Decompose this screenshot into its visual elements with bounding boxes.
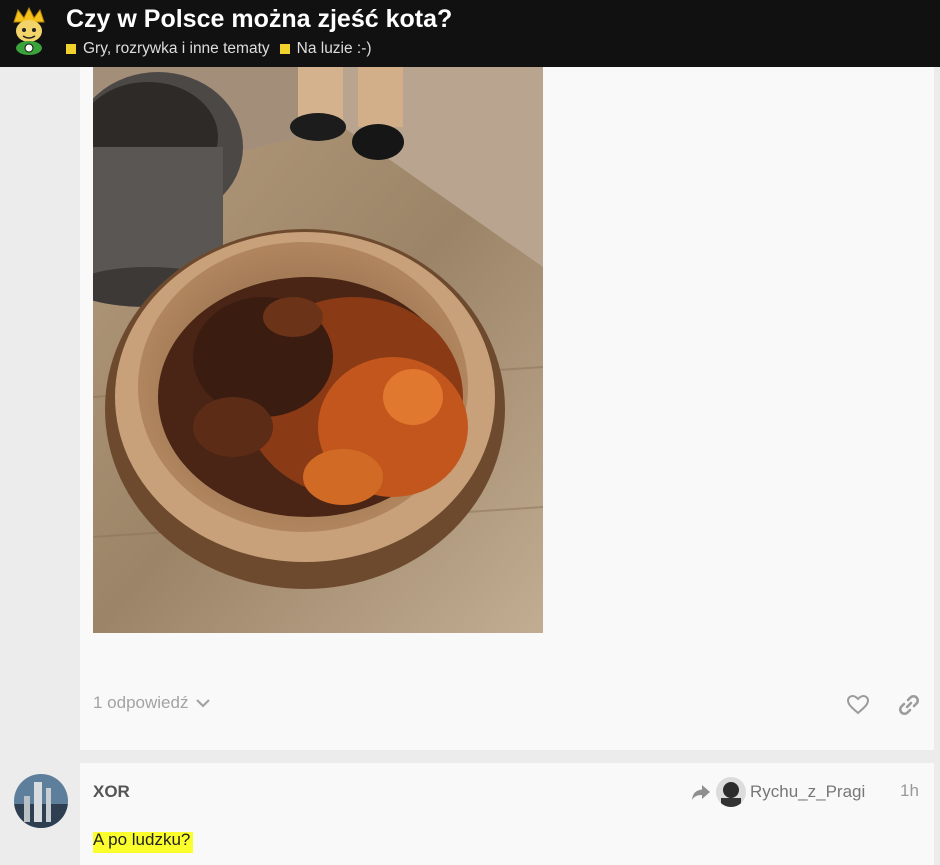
site-logo-icon[interactable] [10, 6, 48, 56]
category-breadcrumb: Gry, rozrywka i inne tematy Na luzie :-) [66, 40, 382, 58]
category-color-swatch [66, 44, 76, 54]
post-author-name[interactable]: XOR [93, 782, 130, 802]
reply-to-username: Rychu_z_Pragi [750, 782, 866, 801]
category-label: Gry, rozrywka i inne tematy [83, 40, 270, 57]
post-timestamp[interactable]: 1h [900, 781, 919, 801]
show-replies-button[interactable]: 1 odpowiedź [93, 693, 211, 713]
reply-arrow-icon [692, 785, 710, 800]
chevron-down-icon [196, 699, 211, 708]
post-card: XOR Rychu_z_Pragi 1h A po ludzku? [80, 763, 934, 865]
post-separator [0, 750, 940, 763]
avatar[interactable] [14, 774, 68, 828]
reply-to-avatar [716, 777, 746, 807]
link-icon[interactable] [897, 693, 921, 717]
category-color-swatch [279, 44, 290, 54]
post-image[interactable] [93, 67, 543, 633]
category-link-na-luzie[interactable]: Na luzie :-) [279, 40, 372, 58]
category-link-gry[interactable]: Gry, rozrywka i inne tematy [66, 40, 270, 58]
replies-count-label: 1 odpowiedź [93, 693, 189, 712]
reply-to-indicator[interactable]: Rychu_z_Pragi [691, 777, 865, 807]
category-label: Na luzie :-) [296, 40, 372, 57]
topic-header: Czy w Polsce można zjeść kota? Gry, rozr… [0, 0, 940, 67]
heart-icon[interactable] [846, 693, 870, 717]
topic-title[interactable]: Czy w Polsce można zjeść kota? [66, 5, 452, 34]
post-card: 1 odpowiedź [80, 67, 934, 750]
post-body-text: A po ludzku? [93, 830, 194, 853]
